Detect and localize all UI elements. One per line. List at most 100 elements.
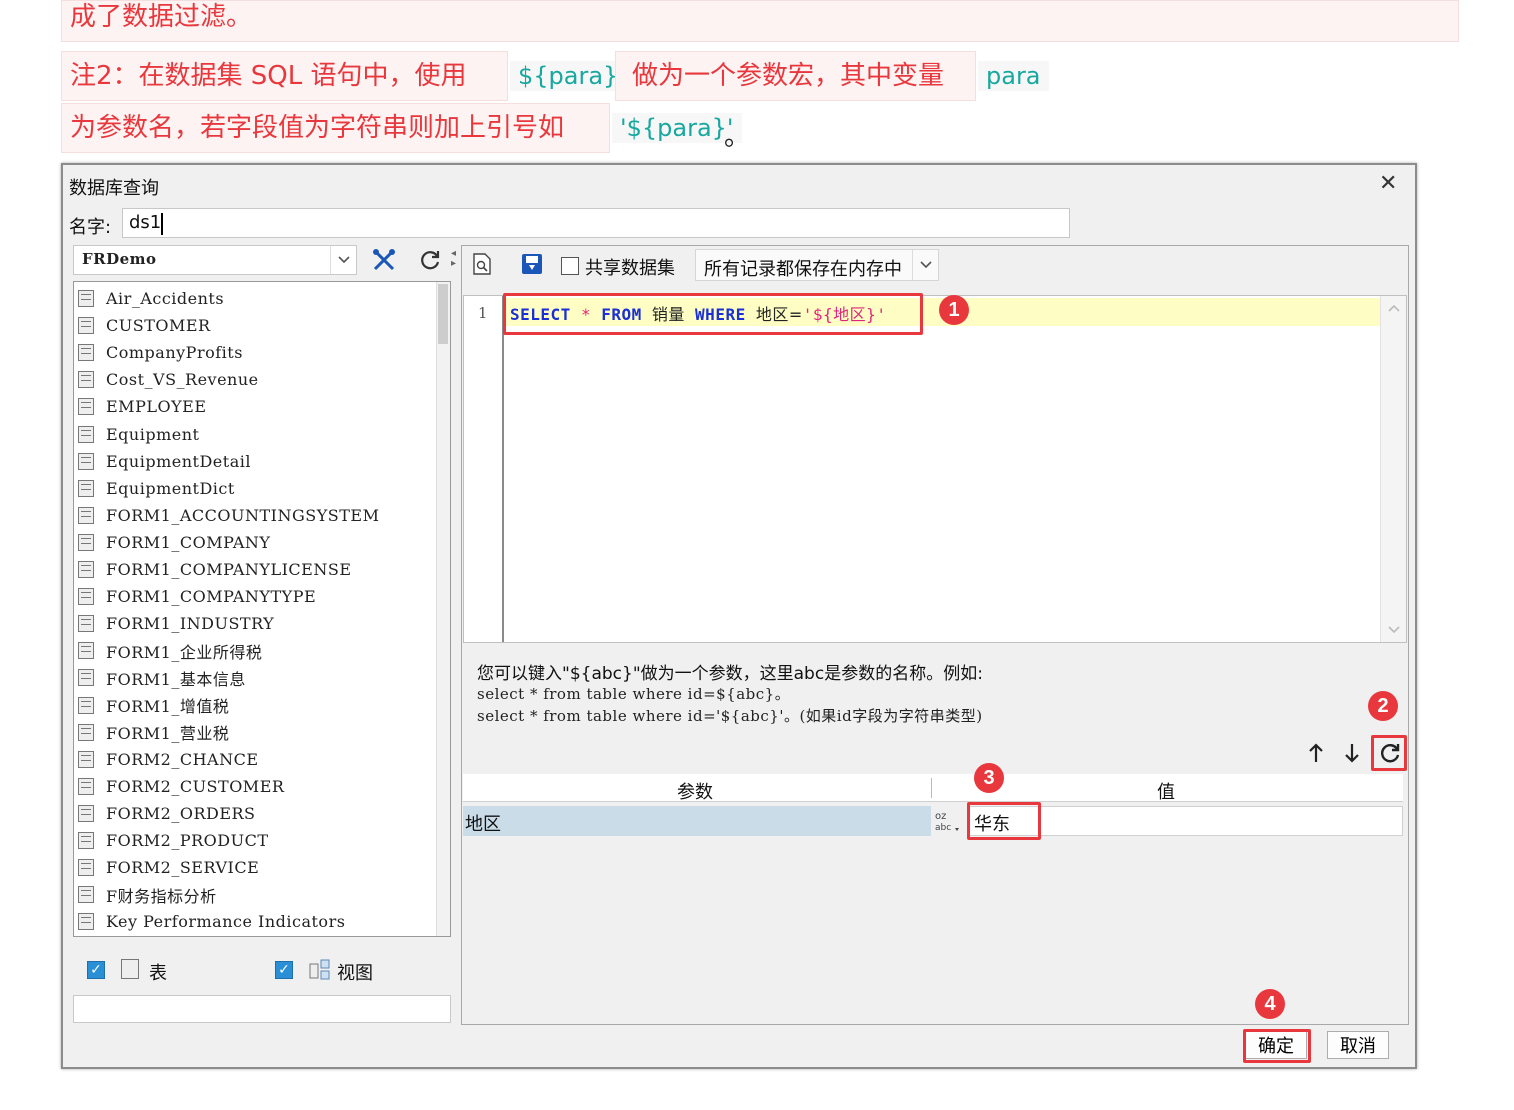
table-list-item-label: FORM1_COMPANY [106,532,271,552]
table-list-item-label: Key Performance Indicators [106,912,346,932]
table-list[interactable]: Air_Accidents CUSTOMER CompanyProfits Cost_… [73,281,451,937]
view-filter-checkbox[interactable]: ✓ [275,961,293,979]
table-icon [78,479,94,497]
table-list-item[interactable]: FORM1_COMPANY [78,529,270,556]
table-list-item-label: CompanyProfits [106,343,243,363]
table-list-item[interactable]: FORM1_ACCOUNTINGSYSTEM [78,502,379,529]
annotation-box-sql [503,293,923,335]
note-period: 。 [724,122,751,152]
sql-editor[interactable]: 1 SELECT * FROM 销量 WHERE 地区='${地区}' [463,295,1407,643]
share-dataset-checkbox[interactable] [561,257,579,275]
param-hint-line-2: select * from table where id=${abc}。 [477,685,791,703]
table-list-item[interactable]: CUSTOMER [78,312,211,339]
table-list-item[interactable]: FORM1_INDUSTRY [78,610,274,637]
param-type-icon[interactable]: oz abc [933,808,963,834]
table-list-item[interactable]: F财务指标分析 [78,881,217,908]
table-icon [78,886,94,904]
table-list-item-label: Equipment [106,424,200,444]
table-list-item-label: FORM2_CUSTOMER [106,776,285,796]
table-list-item-label: FORM1_COMPANYTYPE [106,587,317,607]
table-list-item[interactable]: FORM2_CHANCE [78,746,259,773]
table-icon [78,859,94,877]
memory-option-value: 所有记录都保存在内存中 [704,259,902,280]
table-list-item[interactable]: FORM2_PRODUCT [78,827,268,854]
table-list-item[interactable]: FORM2_ORDERS [78,800,256,827]
name-label: 名字: [69,217,112,238]
table-search-input[interactable] [73,995,451,1023]
sql-editor-scrollbar[interactable] [1380,296,1406,642]
table-list-item[interactable]: Equipment [78,421,199,448]
table-list-item[interactable]: CompanyProfits [78,339,243,366]
table-filter-checkbox[interactable]: ✓ [87,961,105,979]
annotation-badge-3: 3 [974,763,1004,793]
table-list-item-label: FORM2_SERVICE [106,858,260,878]
save-icon[interactable] [517,249,547,279]
sql-gutter [464,296,504,642]
table-icon [78,832,94,849]
table-list-item-label: CUSTOMER [106,316,211,336]
table-list-item[interactable]: FORM1_营业税 [78,719,229,746]
chevron-down-icon [912,250,938,280]
table-list-item-label: EquipmentDict [106,478,235,498]
view-icon [309,959,330,980]
table-icon [78,425,94,443]
table-list-item-label: Air_Accidents [106,289,225,308]
table-list-item[interactable]: FORM1_增值税 [78,692,229,719]
connection-select[interactable]: FRDemo [73,245,357,275]
scroll-up-icon[interactable] [1388,304,1400,312]
table-list-item[interactable]: FORM1_COMPANYLICENSE [78,556,352,583]
table-list-item-label: EMPLOYEE [106,397,207,417]
table-list-item[interactable]: FORM1_基本信息 [78,664,246,691]
connection-settings-icon[interactable] [369,245,399,275]
table-list-item[interactable]: FORM2_SERVICE [78,854,259,881]
dialog-title: 数据库查询 [69,178,159,199]
table-icon [78,533,94,551]
param-col-divider [931,778,932,798]
scroll-down-icon[interactable] [1388,626,1400,634]
table-list-item[interactable]: FORM1_COMPANYTYPE [78,583,316,610]
svg-text:oz: oz [935,811,946,822]
note-line2-prefix: 为参数名，若字段值为字符串则加上引号如 [70,113,565,143]
annotation-badge-1: 1 [939,295,969,325]
table-list-item[interactable]: Cost_VS_Revenue [78,366,259,393]
panel-splitter-handle[interactable]: ◂ ▸ [451,249,459,279]
table-icon [78,561,94,578]
close-icon[interactable]: ✕ [1379,171,1397,196]
value-col-header: 值 [1157,782,1175,803]
name-input[interactable]: ds1 [122,208,1070,238]
note-line1-prefix: 注2：在数据集 SQL 语句中，使用 [70,61,467,91]
preview-icon[interactable] [467,249,497,279]
table-list-item-label: F财务指标分析 [106,886,217,906]
table-list-item[interactable]: FORM2_CUSTOMER [78,773,284,800]
table-icon [78,398,94,416]
table-list-scrollbar[interactable] [436,282,450,936]
share-dataset-label: 共享数据集 [585,258,675,279]
table-icon [78,642,94,660]
view-filter-label: 视图 [337,963,373,984]
note-box-top [61,0,1459,42]
table-list-item[interactable]: FORM1_企业所得税 [78,637,262,664]
table-icon [78,588,94,606]
move-down-icon[interactable] [1337,738,1367,768]
table-icon [78,317,94,335]
table-icon [78,290,94,307]
annotation-box-refresh [1371,735,1407,771]
refresh-connection-icon[interactable] [415,245,445,275]
memory-option-select[interactable]: 所有记录都保存在内存中 [695,249,939,281]
param-table: 参数 值 地区 oz abc 华东 [463,774,1403,838]
table-list-item[interactable]: Air_Accidents [78,285,224,312]
table-list-scrollthumb[interactable] [438,284,448,344]
table-list-item[interactable]: EquipmentDict [78,475,235,502]
table-icon [78,804,94,822]
table-list-item-label: FORM2_CHANCE [106,749,259,769]
cancel-button[interactable]: 取消 [1327,1031,1389,1059]
table-icon [78,615,94,633]
table-list-item[interactable]: EMPLOYEE [78,393,207,420]
sql-line-number: 1 [478,304,489,322]
move-up-icon[interactable] [1301,738,1331,768]
table-list-item[interactable]: EquipmentDetail [78,448,251,475]
param-row-name-cell[interactable]: 地区 [463,806,931,836]
table-list-item-label: FORM1_ACCOUNTINGSYSTEM [106,505,380,525]
table-list-item-label: Cost_VS_Revenue [106,370,259,390]
table-list-item[interactable]: Key Performance Indicators [78,908,345,935]
